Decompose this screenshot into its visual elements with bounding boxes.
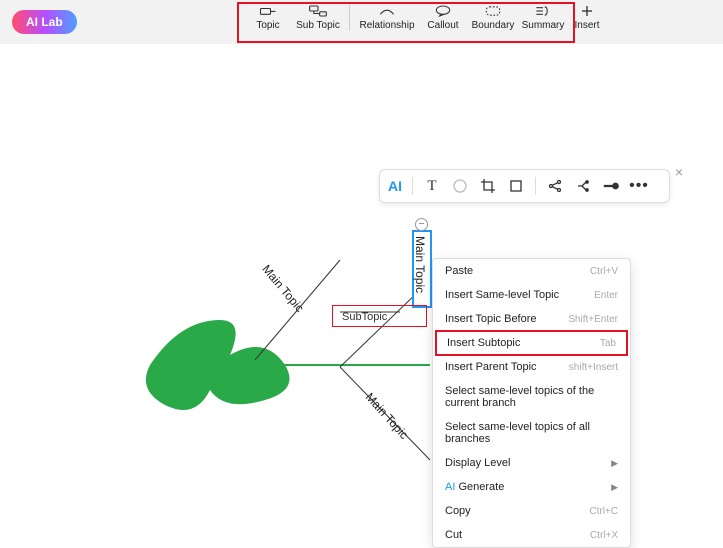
boundary-icon — [483, 4, 503, 18]
ctx-item[interactable]: Cut Ctrl+X — [433, 523, 630, 547]
ctx-label: Select same-level topics of the current … — [445, 385, 618, 409]
crop-icon[interactable] — [479, 177, 497, 195]
toolbar-boundary[interactable]: Boundary — [470, 4, 516, 31]
ai-button[interactable]: AI — [388, 178, 402, 194]
close-icon[interactable]: × — [671, 164, 687, 180]
ctx-item[interactable]: Insert Topic Before Shift+Enter — [433, 307, 630, 331]
separator — [535, 177, 536, 195]
ctx-label: Select same-level topics of all branches — [445, 421, 618, 445]
toolbar-label: Topic — [256, 20, 279, 31]
ctx-shortcut: Shift+Enter — [568, 314, 618, 325]
ai-lab-badge[interactable]: AI Lab — [12, 10, 77, 34]
ctx-item[interactable]: Select same-level topics of the current … — [433, 379, 630, 415]
toolbar-subtopic[interactable]: Sub Topic — [295, 4, 341, 31]
subtopic-icon — [308, 4, 328, 18]
chevron-right-icon: ▶ — [611, 482, 618, 493]
topic-icon — [258, 4, 278, 18]
ctx-shortcut: Ctrl+X — [590, 530, 618, 541]
ctx-label: Insert Topic Before — [445, 313, 537, 325]
summary-icon — [533, 4, 553, 18]
ctx-label: Cut — [445, 529, 462, 541]
ctx-item[interactable]: Display Level ▶ — [433, 451, 630, 475]
toolbar-label: Insert — [574, 20, 599, 31]
ctx-item[interactable]: Insert Subtopic Tab — [435, 330, 628, 356]
branch-icon[interactable] — [574, 177, 592, 195]
branch-line — [340, 290, 420, 367]
share-icon[interactable] — [546, 177, 564, 195]
ctx-shortcut: Ctrl+V — [590, 266, 618, 277]
plus-icon — [577, 4, 597, 18]
toolbar-callout[interactable]: Callout — [420, 4, 466, 31]
ctx-item[interactable]: Insert Parent Topic shift+Insert — [433, 355, 630, 379]
square-icon[interactable] — [507, 177, 525, 195]
ctx-shortcut: Tab — [600, 338, 616, 349]
main-toolbar: Topic Sub Topic Relationship Callout Bou… — [245, 4, 604, 31]
toolbar-label: Callout — [427, 20, 458, 31]
floating-toolbar: AI T ••• × — [379, 169, 670, 203]
toolbar-label: Summary — [522, 20, 565, 31]
toolbar-label: Boundary — [472, 20, 515, 31]
ctx-label: AI Generate — [445, 481, 504, 493]
ctx-item[interactable]: AI Generate ▶ — [433, 475, 630, 499]
more-icon[interactable]: ••• — [630, 177, 648, 195]
toolbar-insert[interactable]: Insert — [570, 4, 604, 31]
ctx-item[interactable]: Paste Ctrl+V — [433, 259, 630, 283]
ctx-label: Display Level — [445, 457, 510, 469]
line-style-icon[interactable] — [602, 177, 620, 195]
toolbar-label: Sub Topic — [296, 20, 340, 31]
ctx-label: Insert Parent Topic — [445, 361, 537, 373]
ctx-label: Insert Subtopic — [447, 337, 520, 349]
circle-icon[interactable] — [451, 177, 469, 195]
toolbar-summary[interactable]: Summary — [520, 4, 566, 31]
ctx-shortcut: Ctrl+C — [589, 506, 618, 517]
context-menu: PasteCtrl+VInsert Same-level TopicEnterI… — [432, 258, 631, 548]
toolbar-label: Relationship — [359, 20, 414, 31]
separator — [412, 177, 413, 195]
text-button[interactable]: T — [423, 177, 441, 195]
chevron-right-icon: ▶ — [611, 458, 618, 469]
ctx-shortcut: Enter — [594, 290, 618, 301]
ctx-item[interactable]: Insert Same-level Topic Enter — [433, 283, 630, 307]
separator — [349, 5, 350, 31]
toolbar-topic[interactable]: Topic — [245, 4, 291, 31]
mindmap-canvas[interactable] — [140, 230, 440, 490]
selected-topic-text: Main Topic — [413, 236, 427, 293]
subtopic-label[interactable]: SubTopic — [342, 311, 387, 323]
ctx-label: Insert Same-level Topic — [445, 289, 559, 301]
relationship-icon — [377, 4, 397, 18]
ctx-item[interactable]: Select same-level topics of all branches — [433, 415, 630, 451]
ctx-label: Copy — [445, 505, 471, 517]
collapse-icon[interactable]: − — [415, 218, 428, 231]
toolbar-relationship[interactable]: Relationship — [358, 4, 416, 31]
ctx-label: Paste — [445, 265, 473, 277]
ctx-shortcut: shift+Insert — [569, 362, 618, 373]
callout-icon — [433, 4, 453, 18]
